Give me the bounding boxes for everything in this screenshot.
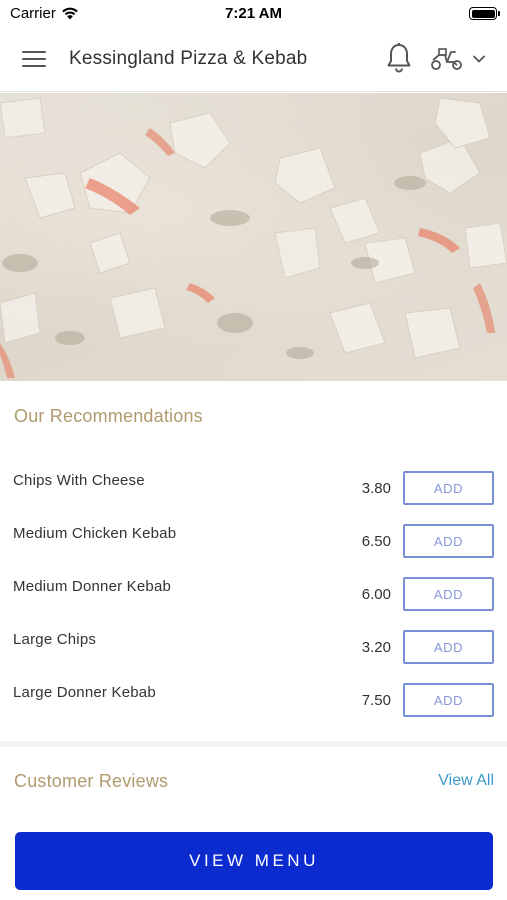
pizza-photo-graphic [0,97,507,378]
view-all-link[interactable]: View All [438,772,494,790]
list-item: Medium Donner Kebab 6.00 ADD [0,570,507,623]
item-price: 6.00 [361,586,391,603]
add-button[interactable]: ADD [403,630,494,664]
list-item: Large Donner Kebab 7.50 ADD [0,676,507,729]
item-name: Medium Chicken Kebab [13,525,177,542]
add-button[interactable]: ADD [403,683,494,717]
add-button[interactable]: ADD [403,471,494,505]
hero-image [0,93,507,381]
app-header: Kessingland Pizza & Kebab [0,26,507,92]
item-price: 3.20 [361,639,391,656]
status-bar: Carrier 7:21 AM [0,0,507,26]
scooter-icon[interactable] [430,46,464,72]
list-item: Medium Chicken Kebab 6.50 ADD [0,517,507,570]
list-item: Large Chips 3.20 ADD [0,623,507,676]
view-menu-button[interactable]: VIEW MENU [15,832,493,890]
section-divider [0,741,507,747]
recommendations-title: Our Recommendations [14,406,203,426]
menu-icon[interactable] [22,48,48,70]
item-name: Medium Donner Kebab [13,578,172,595]
item-price: 7.50 [361,692,391,709]
item-price: 3.80 [361,480,391,497]
add-button[interactable]: ADD [403,577,494,611]
reviews-title: Customer Reviews [14,771,169,791]
add-button[interactable]: ADD [403,524,494,558]
list-item: Chips With Cheese 3.80 ADD [0,464,507,517]
chevron-down-icon[interactable] [471,52,487,66]
item-price: 6.50 [361,533,391,550]
restaurant-title: Kessingland Pizza & Kebab [69,48,308,69]
item-name: Large Donner Kebab [13,684,156,701]
recommendations-list: Chips With Cheese 3.80 ADD Medium Chicke… [0,464,507,729]
battery-icon [469,7,500,20]
bell-icon[interactable] [384,42,414,74]
status-time: 7:21 AM [225,5,282,22]
item-name: Chips With Cheese [13,472,145,489]
item-name: Large Chips [13,631,97,648]
